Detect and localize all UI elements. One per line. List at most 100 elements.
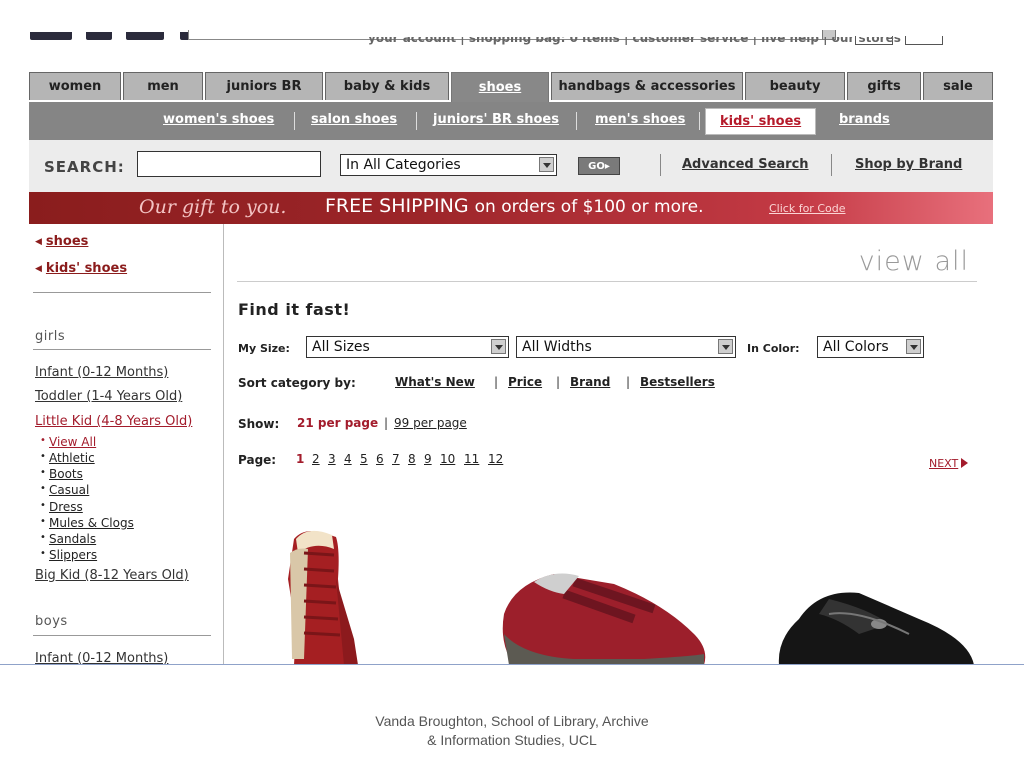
- sort-divider: |: [494, 375, 499, 389]
- girls-toddler-link[interactable]: Toddler (1-4 Years Old): [35, 389, 182, 404]
- go-button-label: GO▸: [588, 160, 610, 172]
- subnav-divider: [416, 112, 417, 130]
- boys-infant-link[interactable]: Infant (0-12 Months): [35, 651, 168, 665]
- subcat-dress[interactable]: Dress: [40, 500, 83, 514]
- tab-label: juniors BR: [226, 79, 302, 94]
- size-select[interactable]: All Sizes: [306, 336, 509, 358]
- tab-label: beauty: [769, 79, 821, 94]
- promo-free-shipping: FREE SHIPPING on orders of $100 or more.: [325, 195, 704, 217]
- page-link-8[interactable]: 8: [408, 452, 416, 466]
- sort-price[interactable]: Price: [508, 375, 542, 389]
- chevron-down-icon[interactable]: [539, 157, 554, 172]
- sort-brand[interactable]: Brand: [570, 375, 610, 389]
- shoes-subnav: women's shoes salon shoes juniors' BR sh…: [29, 102, 993, 140]
- product-image-black-mary-jane[interactable]: [769, 579, 979, 665]
- boys-heading: boys: [35, 614, 68, 629]
- subnav-mens-shoes[interactable]: men's shoes: [595, 112, 685, 127]
- page-title: view all: [858, 246, 969, 277]
- subcat-mules-clogs[interactable]: Mules & Clogs: [40, 516, 134, 530]
- slide-footer: Vanda Broughton, School of Library, Arch…: [0, 712, 1024, 750]
- girls-big-kid-link[interactable]: Big Kid (8-12 Years Old): [35, 568, 189, 583]
- sort-label: Sort category by:: [238, 376, 356, 390]
- page-link-5[interactable]: 5: [360, 452, 368, 466]
- subcat-view-all[interactable]: View All: [40, 435, 96, 449]
- subnav-divider: [294, 112, 295, 130]
- page-link-9[interactable]: 9: [424, 452, 432, 466]
- breadcrumb-shoes[interactable]: ◀ shoes: [35, 234, 88, 249]
- page-link-6[interactable]: 6: [376, 452, 384, 466]
- tab-men[interactable]: men: [123, 72, 203, 100]
- search-bar: SEARCH: In All Categories GO▸ Advanced S…: [29, 140, 993, 193]
- shop-by-brand-link[interactable]: Shop by Brand: [855, 157, 962, 172]
- search-label: SEARCH:: [44, 158, 125, 176]
- tab-baby-kids[interactable]: baby & kids: [325, 72, 449, 100]
- promo-code-link[interactable]: Click for Code: [769, 202, 846, 215]
- next-page-link[interactable]: NEXT: [929, 457, 969, 470]
- site-header: your account | shopping bag: 0 items | c…: [0, 0, 1024, 66]
- next-label: NEXT: [929, 457, 959, 470]
- color-select[interactable]: All Colors: [817, 336, 924, 358]
- tab-shoes[interactable]: shoes: [451, 72, 549, 102]
- color-select-value: All Colors: [823, 339, 889, 355]
- page-link-1[interactable]: 1: [296, 452, 304, 466]
- left-sidebar: ◀ shoes ◀ kids' shoes girls Infant (0-12 M…: [29, 224, 224, 665]
- show-divider: |: [384, 416, 389, 430]
- page-link-4[interactable]: 4: [344, 452, 352, 466]
- tab-juniors[interactable]: juniors BR: [205, 72, 323, 100]
- tab-sale[interactable]: sale: [923, 72, 993, 100]
- arrow-right-icon: [961, 458, 969, 468]
- page-link-2[interactable]: 2: [312, 452, 320, 466]
- subnav-kids-shoes[interactable]: kids' shoes: [705, 108, 817, 135]
- sort-bestsellers[interactable]: Bestsellers: [640, 375, 715, 389]
- show-label: Show:: [238, 417, 280, 431]
- subnav-womens-shoes[interactable]: women's shoes: [163, 112, 274, 127]
- footer-line-1: Vanda Broughton, School of Library, Arch…: [375, 713, 649, 729]
- account-links[interactable]: your account | shopping bag: 0 items | c…: [368, 37, 1008, 51]
- category-tabs: women men juniors BR baby & kids shoes h…: [29, 72, 993, 102]
- tab-gifts[interactable]: gifts: [847, 72, 921, 100]
- subcat-athletic[interactable]: Athletic: [40, 451, 95, 465]
- tab-label: sale: [943, 79, 973, 94]
- page-link-3[interactable]: 3: [328, 452, 336, 466]
- subcat-slippers[interactable]: Slippers: [40, 548, 97, 562]
- promo-gift-text: Our gift to you.: [139, 196, 287, 218]
- subcat-boots[interactable]: Boots: [40, 467, 83, 481]
- page-link-10[interactable]: 10: [440, 452, 455, 466]
- sort-whats-new[interactable]: What's New: [395, 375, 475, 389]
- per-page-21[interactable]: 21 per page: [297, 416, 378, 430]
- account-links-text[interactable]: your account | shopping bag: 0 items | c…: [368, 37, 901, 45]
- subcat-sandals[interactable]: Sandals: [40, 532, 96, 546]
- title-divider: [237, 281, 977, 282]
- chevron-down-icon[interactable]: [718, 339, 733, 354]
- caret-left-icon: ◀: [35, 264, 42, 274]
- search-input[interactable]: [137, 151, 321, 177]
- tab-beauty[interactable]: beauty: [745, 72, 845, 100]
- girls-infant-link[interactable]: Infant (0-12 Months): [35, 365, 168, 380]
- product-image-red-boot[interactable]: [274, 519, 404, 665]
- tab-women[interactable]: women: [29, 72, 121, 100]
- per-page-99[interactable]: 99 per page: [394, 416, 467, 430]
- girls-heading: girls: [35, 329, 66, 344]
- size-select-value: All Sizes: [312, 339, 370, 355]
- girls-little-kid-link[interactable]: Little Kid (4-8 Years Old): [35, 414, 192, 429]
- product-image-red-sneaker[interactable]: [494, 564, 714, 665]
- go-button[interactable]: GO▸: [578, 157, 620, 175]
- page-link-12[interactable]: 12: [488, 452, 503, 466]
- page-link-7[interactable]: 7: [392, 452, 400, 466]
- page-link-11[interactable]: 11: [464, 452, 479, 466]
- promo-free-detail: on orders of $100 or more.: [474, 197, 704, 217]
- promo-banner[interactable]: Our gift to you. FREE SHIPPING on orders…: [29, 192, 993, 224]
- subnav-brands[interactable]: brands: [839, 112, 890, 127]
- width-select[interactable]: All Widths: [516, 336, 736, 358]
- category-select[interactable]: In All Categories: [340, 154, 557, 176]
- sort-divider: |: [626, 375, 631, 389]
- breadcrumb-kids-shoes[interactable]: ◀ kids' shoes: [35, 261, 127, 276]
- tab-handbags-accessories[interactable]: handbags & accessories: [551, 72, 743, 100]
- subnav-juniors-shoes[interactable]: juniors' BR shoes: [433, 112, 559, 127]
- chevron-down-icon[interactable]: [906, 339, 921, 354]
- subnav-salon-shoes[interactable]: salon shoes: [311, 112, 397, 127]
- breadcrumb-label: kids' shoes: [45, 261, 128, 276]
- advanced-search-link[interactable]: Advanced Search: [682, 157, 809, 172]
- subcat-casual[interactable]: Casual: [40, 483, 89, 497]
- chevron-down-icon[interactable]: [491, 339, 506, 354]
